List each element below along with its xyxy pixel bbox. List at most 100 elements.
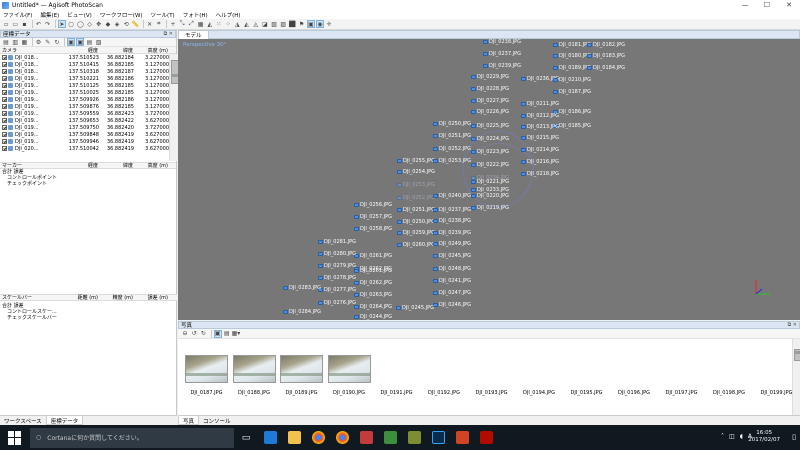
show-region-icon[interactable]: ▣ [306, 20, 315, 28]
camera-checkbox[interactable] [2, 76, 7, 81]
camera-marker[interactable]: DJI_0238.JPG [433, 218, 471, 224]
camera-marker[interactable]: DJI_0280.JPG [318, 251, 356, 257]
camera-marker[interactable]: DJI_0240.JPG [433, 193, 471, 199]
point-cloud-icon[interactable]: ⁙ [215, 20, 223, 28]
camera-marker[interactable]: DJI_0250.JPG [397, 219, 435, 225]
col-scalebar[interactable]: スケールバー [0, 294, 58, 301]
dense-cloud-icon[interactable]: ⁘ [224, 20, 232, 28]
camera-marker[interactable]: DJI_0183.JPG [587, 53, 625, 59]
camera-marker[interactable]: DJI_0244.JPG [354, 314, 392, 320]
resize-region-icon[interactable]: ◆ [104, 20, 112, 28]
camera-checkbox[interactable] [2, 125, 7, 130]
mesh-wireframe-icon[interactable]: ◬ [252, 20, 260, 28]
camera-marker[interactable]: DJI_0219.JPG [471, 205, 509, 211]
app-green-icon[interactable] [378, 425, 402, 450]
menu-help[interactable]: ヘルプ(H) [216, 11, 241, 19]
camera-checkbox[interactable] [2, 132, 7, 137]
taskbar-clock[interactable]: 16:05 2017/02/07 [748, 430, 780, 444]
camera-marker[interactable]: DJI_0187.JPG [553, 89, 591, 95]
camera-marker[interactable]: DJI_0255.JPG [397, 158, 435, 164]
camera-marker[interactable]: DJI_0181.JPG [553, 42, 591, 48]
tray-up-icon[interactable]: ˄ [721, 433, 724, 440]
photo-label[interactable]: DJI_0196.JPG [612, 390, 657, 396]
view-errors-icon[interactable]: ▤ [86, 38, 94, 46]
photo-label[interactable]: DJI_0198.JPG [707, 390, 752, 396]
camera-marker[interactable]: DJI_0279.JPG [318, 263, 356, 269]
photo-label[interactable]: DJI_0191.JPG [374, 390, 419, 396]
show-markers-icon[interactable]: ⚑ [298, 20, 306, 28]
show-trackball-icon[interactable]: ◉ [316, 20, 324, 28]
menu-edit[interactable]: 編集(E) [40, 11, 59, 19]
camera-marker[interactable]: DJI_0248.JPG [433, 266, 471, 272]
camera-marker[interactable]: DJI_0216.JPG [521, 159, 559, 165]
col-distance[interactable]: 距離 (m) [58, 294, 98, 301]
col-marker-alt[interactable]: 高度 (m) [133, 162, 168, 169]
camera-marker[interactable]: DJI_0218.JPG [521, 171, 559, 177]
export-icon[interactable]: ▥ [11, 38, 19, 46]
table-row[interactable]: DJI_020... 137.510042 36.882419 3.627000 [0, 145, 176, 152]
camera-marker[interactable]: DJI_0224.JPG [471, 136, 509, 142]
camera-marker[interactable]: DJI_0250.JPG [433, 121, 471, 127]
camera-marker[interactable]: DJI_0281.JPG [318, 239, 356, 245]
rotate-right-icon[interactable]: ↻ [199, 330, 207, 338]
view-grid-icon[interactable]: ▦ [197, 20, 205, 28]
photo-thumbnail[interactable] [327, 355, 371, 383]
camera-marker[interactable]: DJI_0245.JPG [433, 253, 471, 259]
move-region-icon[interactable]: ✥ [95, 20, 103, 28]
panel-float-close-icons[interactable]: ⧉ ✕ [164, 31, 173, 37]
camera-marker[interactable]: DJI_0264.JPG [354, 304, 392, 310]
reset-view-icon[interactable]: ⤢ [187, 20, 195, 28]
shape-icon[interactable]: ◭ [206, 20, 214, 28]
photo-label[interactable]: DJI_0193.JPG [469, 390, 514, 396]
undo-icon[interactable]: ↶ [35, 20, 43, 28]
ruler-icon[interactable]: 📏 [131, 20, 139, 28]
camera-marker[interactable]: DJI_0237.JPG [433, 207, 471, 213]
camera-marker[interactable]: DJI_0263.JPG [354, 292, 392, 298]
col-marker-lon[interactable]: 経度 [58, 162, 98, 169]
camera-marker[interactable]: DJI_0239.JPG [483, 63, 521, 69]
camera-marker[interactable]: DJI_0247.JPG [433, 290, 471, 296]
view-source-icon[interactable]: ▣ [67, 38, 76, 46]
photo-label[interactable]: DJI_0187.JPG [184, 390, 229, 396]
table-row[interactable]: DJI_018... 137.510415 36.882185 3.127000 [0, 61, 176, 68]
camera-marker[interactable]: DJI_0229.JPG [471, 74, 509, 80]
camera-marker[interactable]: DJI_0256.JPG [354, 202, 392, 208]
chrome-icon[interactable] [306, 425, 330, 450]
camera-marker[interactable]: DJI_0258.JPG [354, 226, 392, 232]
textured-icon[interactable]: ◪ [261, 20, 269, 28]
camera-marker[interactable]: DJI_0225.JPG [471, 123, 509, 129]
mesh-shaded-icon[interactable]: ◮ [233, 20, 241, 28]
rotate-region-icon[interactable]: ◈ [113, 20, 121, 28]
notification-icon[interactable]: ▯ [792, 433, 796, 441]
camera-marker[interactable]: DJI_0214.JPG [521, 147, 559, 153]
camera-marker[interactable]: DJI_0189.JPG [553, 65, 591, 71]
zoom-in-icon[interactable]: + [169, 20, 177, 28]
col-camera[interactable]: カメラ [0, 47, 58, 54]
menu-photo[interactable]: フォト(H) [183, 11, 208, 19]
camera-marker[interactable]: DJI_0252.JPG [433, 146, 471, 152]
photoscan-taskbar-icon[interactable] [354, 425, 378, 450]
tab-reference[interactable]: 座標データ [45, 416, 84, 425]
crop-selection-icon[interactable]: ⌗ [155, 20, 163, 28]
camera-marker[interactable]: DJI_0261.JPG [354, 253, 392, 259]
table-row[interactable]: DJI_018... 137.510318 36.882187 3.127000 [0, 68, 176, 75]
photo-thumbnail[interactable] [185, 355, 228, 383]
remove-camera-icon[interactable]: ⊖ [181, 330, 189, 338]
camera-checkbox[interactable] [2, 97, 7, 102]
camera-marker[interactable]: DJI_0284.JPG [283, 309, 321, 315]
file-explorer-icon[interactable] [282, 425, 306, 450]
camera-marker[interactable]: DJI_0260.JPG [397, 242, 435, 248]
tiled-model-icon[interactable]: ▧ [270, 20, 278, 28]
camera-marker[interactable]: DJI_0254.JPG [397, 169, 435, 175]
tab-photos[interactable]: 写真 [178, 416, 200, 425]
col-longitude[interactable]: 経度 [58, 47, 98, 54]
camera-marker[interactable]: DJI_0237.JPG [483, 51, 521, 57]
settings-icon[interactable]: ⚙ [35, 38, 43, 46]
col-marker-lat[interactable]: 緯度 [98, 162, 133, 169]
camera-marker[interactable]: DJI_0228.JPG [471, 86, 509, 92]
show-masks-icon[interactable]: ▤ [223, 330, 231, 338]
dem-icon[interactable]: ▨ [279, 20, 287, 28]
table-row[interactable]: DJI_019... 137.509926 36.882186 3.127000 [0, 96, 176, 103]
camera-marker[interactable]: DJI_0241.JPG [433, 278, 471, 284]
menu-tools[interactable]: ツール(T) [151, 11, 175, 19]
